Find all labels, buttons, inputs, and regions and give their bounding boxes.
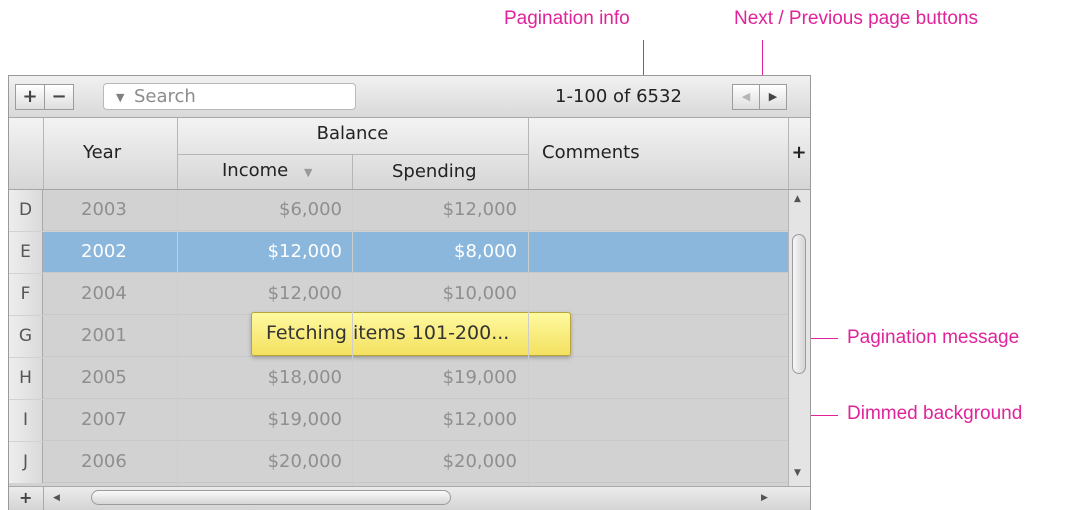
add-button[interactable]: +: [15, 84, 45, 110]
remove-button[interactable]: −: [44, 84, 74, 110]
table-row[interactable]: E 2002 $12,000 $8,000: [9, 232, 788, 273]
scroll-up-icon[interactable]: ▲: [794, 194, 801, 204]
add-row-button[interactable]: +: [19, 488, 32, 507]
row-header[interactable]: H: [9, 358, 43, 399]
table-row[interactable]: H 2005 $18,000 $19,000: [9, 358, 788, 399]
search-input[interactable]: [134, 86, 344, 106]
pagination-info: 1-100 of 6532: [555, 86, 682, 107]
annotation-pagination-info: Pagination info: [504, 8, 630, 29]
footer-separator: [43, 487, 44, 510]
header-separator: [528, 118, 529, 189]
vertical-scroll-thumb[interactable]: [792, 234, 806, 374]
cell-spending: $10,000: [442, 283, 517, 304]
cell-income: $6,000: [279, 199, 342, 220]
column-header-comments[interactable]: Comments: [542, 142, 640, 163]
cell-spending: $19,000: [442, 367, 517, 388]
toolbar: + − ▼ 1-100 of 6532 ◀ ▶: [9, 76, 810, 118]
search-field[interactable]: ▼: [103, 83, 356, 110]
table-row[interactable]: F 2004 $12,000 $10,000: [9, 274, 788, 315]
add-column-button[interactable]: +: [788, 142, 810, 163]
cell-income: $19,000: [267, 409, 342, 430]
next-page-button[interactable]: ▶: [759, 84, 787, 110]
row-header[interactable]: E: [9, 232, 43, 273]
income-header-label: Income: [222, 160, 289, 181]
row-header[interactable]: D: [9, 190, 43, 231]
cell-income: $12,000: [267, 283, 342, 304]
cell-year: 2007: [81, 409, 127, 430]
column-header-spending[interactable]: Spending: [392, 161, 477, 182]
horizontal-scroll-thumb[interactable]: [91, 490, 451, 505]
cell-year: 2005: [81, 367, 127, 388]
vertical-scrollbar[interactable]: ▲ ▼: [788, 190, 810, 486]
next-page-icon: ▶: [768, 90, 778, 103]
cell-spending: $20,000: [442, 451, 517, 472]
horizontal-scrollbar[interactable]: + ◀ ▶: [9, 486, 810, 510]
cell-year: 2002: [81, 241, 127, 262]
corner-header: [9, 118, 43, 189]
cell-year: 2004: [81, 283, 127, 304]
table-row[interactable]: D 2003 $6,000 $12,000: [9, 190, 788, 231]
previous-page-button[interactable]: ◀: [732, 84, 760, 110]
sort-descending-icon: ▼: [303, 166, 313, 179]
column-header-year[interactable]: Year: [83, 142, 121, 163]
table-row[interactable]: I 2007 $19,000 $12,000: [9, 400, 788, 441]
cell-income: $12,000: [267, 241, 342, 262]
scroll-down-icon[interactable]: ▼: [794, 468, 801, 478]
header-separator: [43, 118, 44, 189]
cell-income: $18,000: [267, 367, 342, 388]
cell-spending: $12,000: [442, 199, 517, 220]
column-separator: [528, 190, 529, 486]
cell-income: $20,000: [267, 451, 342, 472]
cell-spending: $12,000: [442, 409, 517, 430]
header-separator: [352, 155, 353, 189]
column-separator: [352, 190, 353, 486]
annotation-dimmed-background: Dimmed background: [847, 403, 1023, 424]
column-header-income[interactable]: Income ▼: [222, 160, 312, 181]
cell-year: 2006: [81, 451, 127, 472]
cell-year: 2003: [81, 199, 127, 220]
cell-spending: $8,000: [454, 241, 517, 262]
annotation-next-prev: Next / Previous page buttons: [734, 8, 978, 29]
cell-year: 2001: [81, 325, 127, 346]
table-header: Year Balance Income ▼ Spending Comments …: [9, 118, 810, 190]
column-group-balance: Balance: [316, 123, 389, 144]
row-header[interactable]: G: [9, 316, 43, 357]
row-header[interactable]: J: [9, 442, 43, 483]
row-header[interactable]: I: [9, 400, 43, 441]
row-header[interactable]: F: [9, 274, 43, 315]
scroll-right-icon[interactable]: ▶: [761, 493, 768, 503]
annotation-pagination-message: Pagination message: [847, 327, 1020, 348]
search-dropdown-icon[interactable]: ▼: [116, 91, 124, 104]
pagination-message-tooltip: Fetching items 101-200...: [251, 312, 571, 356]
table-widget: + − ▼ 1-100 of 6532 ◀ ▶ Year Balance Inc…: [8, 75, 811, 510]
table-row[interactable]: J 2006 $20,000 $20,000: [9, 442, 788, 483]
column-separator: [177, 190, 178, 486]
scroll-left-icon[interactable]: ◀: [53, 493, 60, 503]
previous-page-icon: ◀: [741, 90, 751, 103]
